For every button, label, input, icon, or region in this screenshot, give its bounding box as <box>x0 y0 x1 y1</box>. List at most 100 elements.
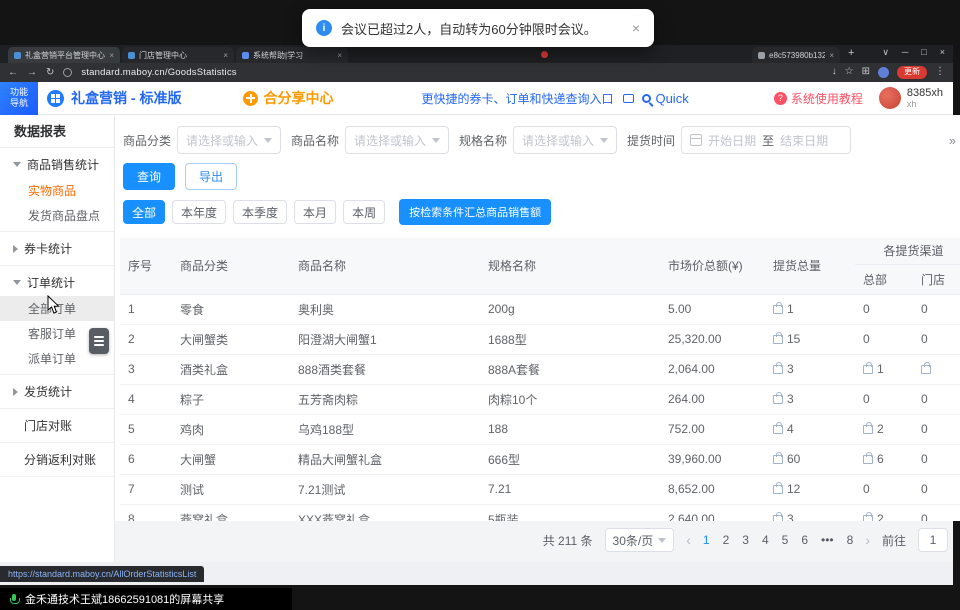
sidebar-item-label: 券卡统计 <box>24 240 72 257</box>
app-logo-icon <box>47 90 64 107</box>
bookmark-star-icon[interactable] <box>845 67 854 77</box>
browser-tab[interactable]: 系统帮助|学习 <box>236 47 348 63</box>
tutorial-link[interactable]: 系统使用教程 <box>791 90 863 107</box>
quick-tab[interactable]: 本年度 <box>172 200 226 224</box>
table-row[interactable]: 5鸡肉乌鸡188型188752.00420 <box>120 414 960 444</box>
tab-close-icon[interactable] <box>109 51 114 60</box>
table-row[interactable]: 2大闸蟹类阳澄湖大闸蟹11688型25,320.001500 <box>120 324 960 354</box>
forward-button[interactable] <box>27 68 37 78</box>
tab-favicon-icon <box>128 52 135 59</box>
page-size-value: 30条/页 <box>613 532 654 549</box>
table-row[interactable]: 3酒类礼盒888酒类套餐888A套餐2,064.0031 <box>120 354 960 384</box>
browser-profile-avatar[interactable] <box>878 67 889 78</box>
filter-label: 商品名称 <box>291 132 339 149</box>
new-tab-button[interactable] <box>848 48 854 59</box>
table-row[interactable]: 8燕窝礼盒XXX燕窝礼盒5瓶装2,640.00320 <box>120 504 960 521</box>
cell-total: 3 <box>765 354 855 384</box>
tab-favicon-icon <box>758 52 765 59</box>
meeting-toast: 会议已超过2人，自动转为60分钟限时会议。 <box>302 9 654 47</box>
minimize-button[interactable] <box>902 48 908 57</box>
filter-select[interactable]: 请选择或输入 <box>345 126 449 154</box>
page-size-select[interactable]: 30条/页 <box>605 528 675 552</box>
extensions-icon[interactable] <box>862 67 870 77</box>
sidebar-item[interactable]: 订单统计 <box>0 269 114 296</box>
tab-search-icon[interactable] <box>882 48 889 57</box>
sidebar-subitem[interactable]: 实物商品 <box>0 178 114 203</box>
back-button[interactable] <box>8 68 18 78</box>
cell-store: 0 <box>913 384 960 414</box>
reload-button[interactable] <box>46 68 54 78</box>
quick-tab[interactable]: 本周 <box>343 200 385 224</box>
tab-close-icon[interactable] <box>337 51 342 60</box>
pickup-bag-icon <box>773 305 783 314</box>
floating-menu-handle[interactable] <box>89 328 109 354</box>
address-bar[interactable]: standard.maboy.cn/GoodsStatistics <box>81 67 236 78</box>
toast-close-icon[interactable] <box>632 20 640 36</box>
sidebar-item[interactable]: 门店对账 <box>0 412 114 439</box>
quick-tab[interactable]: 全部 <box>123 200 165 224</box>
browser-tab[interactable]: 礼盒营销平台管理中心 <box>8 47 120 63</box>
page-number[interactable]: 8 <box>847 533 854 547</box>
sidebar-item[interactable]: 分销返利对账 <box>0 446 114 473</box>
card-icon <box>623 94 634 103</box>
page-number[interactable]: ••• <box>821 533 834 547</box>
cell-spec: 666型 <box>480 444 660 474</box>
sidebar-item[interactable]: 发货统计 <box>0 378 114 405</box>
page-number[interactable]: 5 <box>782 533 789 547</box>
tab-title: 门店管理中心 <box>139 50 219 61</box>
cell-store: 0 <box>913 294 960 324</box>
browser-tab[interactable]: e8c573980b1328a258fd2e6i <box>752 47 840 63</box>
site-info-icon[interactable] <box>63 68 72 77</box>
promo-link[interactable]: 更快捷的券卡、订单和快递查询入口 <box>421 90 613 107</box>
sidebar-item[interactable]: 商品销售统计 <box>0 151 114 178</box>
collapse-filters-button[interactable] <box>949 133 956 148</box>
filter-select[interactable]: 请选择或输入 <box>513 126 617 154</box>
cell-hq: 2 <box>855 414 913 444</box>
prev-page-button[interactable] <box>686 533 691 547</box>
pickup-bag-icon <box>773 425 783 434</box>
table-row[interactable]: 4粽子五芳斋肉粽肉粽10个264.00300 <box>120 384 960 414</box>
content-panel: 商品分类请选择或输入商品名称请选择或输入规格名称请选择或输入提货时间开始日期至结… <box>115 115 960 521</box>
summary-button[interactable]: 按检索条件汇总商品销售额 <box>399 199 551 225</box>
sidebar-item[interactable]: 券卡统计 <box>0 235 114 262</box>
page-number[interactable]: 4 <box>762 533 769 547</box>
pickup-count: 60 <box>787 452 800 466</box>
tab-close-icon[interactable] <box>829 51 834 60</box>
share-bar-text: 金禾通技术王斌18662591081的屏幕共享 <box>25 591 224 607</box>
download-icon[interactable] <box>832 67 837 77</box>
date-end-placeholder: 结束日期 <box>780 132 828 149</box>
sidebar-subitem[interactable]: 发货商品盘点 <box>0 203 114 228</box>
tab-title: e8c573980b1328a258fd2e6i <box>769 51 825 60</box>
browser-tab[interactable]: 门店管理中心 <box>122 47 234 63</box>
function-nav-button[interactable]: 功能导航 <box>0 82 38 115</box>
cell-category: 燕窝礼盒 <box>172 504 290 521</box>
quick-search-link[interactable]: Quick <box>655 91 688 106</box>
search-button[interactable]: 查询 <box>123 163 175 190</box>
page-number[interactable]: 2 <box>723 533 730 547</box>
quick-tab[interactable]: 本季度 <box>233 200 287 224</box>
next-page-button[interactable] <box>865 533 870 547</box>
goto-page-input[interactable]: 1 <box>918 528 948 552</box>
page-number[interactable]: 1 <box>703 533 710 547</box>
quick-tab[interactable]: 本月 <box>294 200 336 224</box>
tab-close-icon[interactable] <box>223 51 228 60</box>
update-badge[interactable]: 更新 <box>897 66 927 78</box>
gift-icon <box>243 91 258 106</box>
user-avatar[interactable] <box>879 87 901 109</box>
page-number[interactable]: 3 <box>742 533 749 547</box>
user-info[interactable]: 8385xh xh <box>907 87 943 110</box>
page-number[interactable]: 6 <box>801 533 808 547</box>
window-close-button[interactable] <box>940 48 945 57</box>
browser-menu-icon[interactable] <box>935 67 945 77</box>
screen-share-bar: 金禾通技术王斌18662591081的屏幕共享 <box>0 588 292 610</box>
table-row[interactable]: 1零食奥利奥200g5.00100 <box>120 294 960 324</box>
table-row[interactable]: 6大闸蟹精品大闸蟹礼盒666型39,960.006060 <box>120 444 960 474</box>
cell-no: 4 <box>120 384 172 414</box>
date-range-picker[interactable]: 开始日期至结束日期 <box>681 126 851 154</box>
cell-no: 2 <box>120 324 172 354</box>
table-row[interactable]: 7测试7.21测试7.218,652.001200 <box>120 474 960 504</box>
maximize-button[interactable] <box>921 48 926 57</box>
filter-select[interactable]: 请选择或输入 <box>177 126 281 154</box>
export-button[interactable]: 导出 <box>185 163 237 190</box>
share-center-link[interactable]: 合分享中心 <box>263 88 333 108</box>
